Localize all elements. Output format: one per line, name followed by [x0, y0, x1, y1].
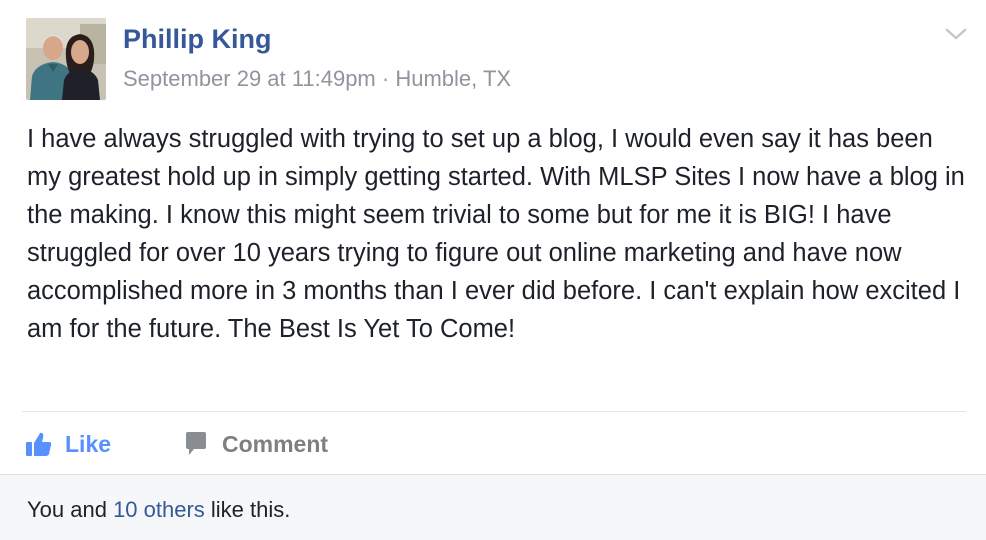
post-meta: September 29 at 11:49pm · Humble, TX: [123, 66, 511, 92]
like-button[interactable]: Like: [25, 428, 111, 460]
post-card: Phillip King September 29 at 11:49pm · H…: [0, 0, 986, 540]
post-options-button[interactable]: [944, 26, 968, 42]
likes-summary-bar: You and 10 others like this.: [0, 474, 986, 540]
divider: [22, 411, 966, 412]
post-timestamp[interactable]: September 29 at 11:49pm: [123, 66, 376, 91]
speech-bubble-icon: [186, 432, 206, 455]
chevron-down-icon: [945, 28, 967, 40]
like-label: Like: [65, 430, 112, 457]
author-name[interactable]: Phillip King: [123, 24, 272, 55]
likes-suffix: like this.: [204, 497, 291, 522]
post-body-text: I have always struggled with trying to s…: [27, 125, 965, 343]
post-location[interactable]: Humble, TX: [395, 66, 511, 91]
likes-prefix: You and: [27, 497, 114, 522]
avatar-photo: [26, 18, 106, 100]
thumbs-up-icon: [26, 432, 52, 456]
likes-summary: You and 10 others like this.: [27, 497, 290, 523]
comment-label: Comment: [222, 430, 329, 457]
meta-separator: ·: [381, 66, 390, 91]
comment-button[interactable]: Comment: [184, 428, 328, 460]
avatar[interactable]: [26, 18, 106, 100]
likes-others-link[interactable]: 10 others: [113, 497, 205, 522]
